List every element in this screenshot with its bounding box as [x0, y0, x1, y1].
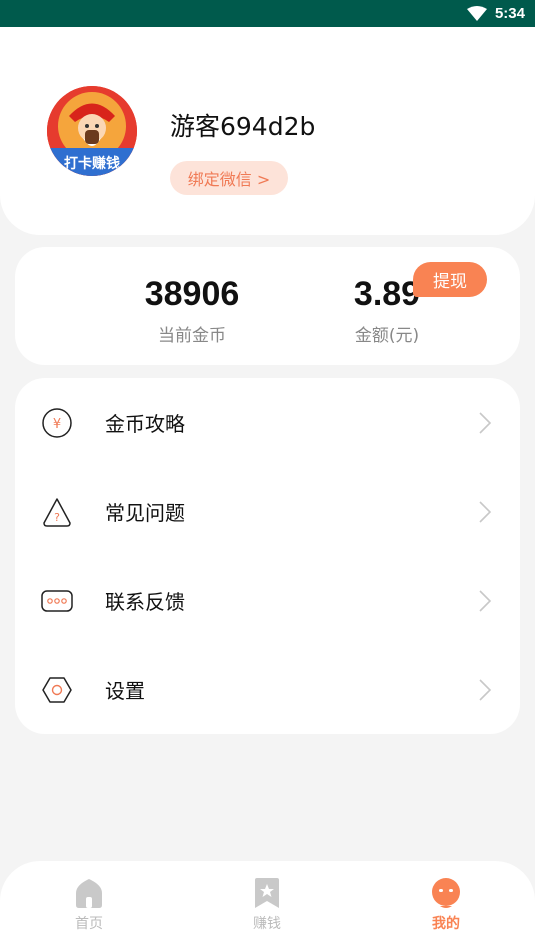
menu-item-settings[interactable]: 设置	[15, 645, 520, 734]
bottom-tab-bar: 首页 赚钱 我的	[0, 861, 535, 951]
user-icon	[406, 877, 486, 909]
chevron-right-icon	[478, 411, 492, 435]
chevron-right-icon	[478, 589, 492, 613]
username: 游客694d2b	[170, 112, 316, 141]
avatar-illustration: 打卡赚钱	[47, 86, 137, 176]
menu-item-faq[interactable]: ? 常见问题	[15, 467, 520, 556]
tab-home[interactable]: 首页	[49, 877, 129, 941]
menu-item-label: 设置	[105, 679, 145, 703]
tab-label: 我的	[432, 916, 460, 932]
menu-item-feedback[interactable]: 联系反馈	[15, 556, 520, 645]
tab-mine[interactable]: 我的	[406, 877, 486, 941]
avatar-banner-text: 打卡赚钱	[64, 155, 120, 172]
svg-text:¥: ¥	[53, 417, 61, 432]
profile-header: 打卡赚钱 游客694d2b 绑定微信 >	[0, 27, 535, 235]
coins-label: 当前金币	[158, 326, 226, 346]
menu-item-label: 常见问题	[105, 501, 185, 525]
withdraw-button[interactable]: 提现	[413, 262, 487, 297]
coins-stat: 38906 当前金币	[112, 275, 272, 346]
wallet-card: 38906 当前金币 3.89 金额(元) 提现	[15, 247, 520, 365]
menu-list: ¥ 金币攻略 ? 常见问题 联系反馈 设置	[15, 378, 520, 734]
chevron-right-icon	[478, 500, 492, 524]
status-bar: 5:34	[0, 0, 535, 27]
menu-item-label: 联系反馈	[105, 590, 185, 614]
status-time: 5:34	[494, 5, 525, 22]
home-icon	[49, 877, 129, 909]
tab-label: 赚钱	[253, 916, 281, 932]
tab-label: 首页	[75, 916, 103, 932]
menu-item-label: 金币攻略	[105, 412, 185, 436]
menu-item-coin-guide[interactable]: ¥ 金币攻略	[15, 378, 520, 467]
avatar[interactable]: 打卡赚钱	[47, 86, 137, 176]
bind-wechat-button[interactable]: 绑定微信 >	[170, 161, 288, 195]
chevron-right-icon	[478, 678, 492, 702]
bookmark-star-icon	[227, 877, 307, 909]
tab-earn[interactable]: 赚钱	[227, 877, 307, 941]
svg-text:?: ?	[54, 511, 60, 524]
wifi-icon	[466, 5, 487, 22]
amount-label: 金额(元)	[354, 326, 420, 346]
settings-icon	[40, 673, 74, 707]
message-icon	[40, 584, 74, 618]
coin-icon: ¥	[40, 406, 74, 440]
coins-value: 38906	[144, 275, 240, 313]
question-icon: ?	[40, 495, 74, 529]
